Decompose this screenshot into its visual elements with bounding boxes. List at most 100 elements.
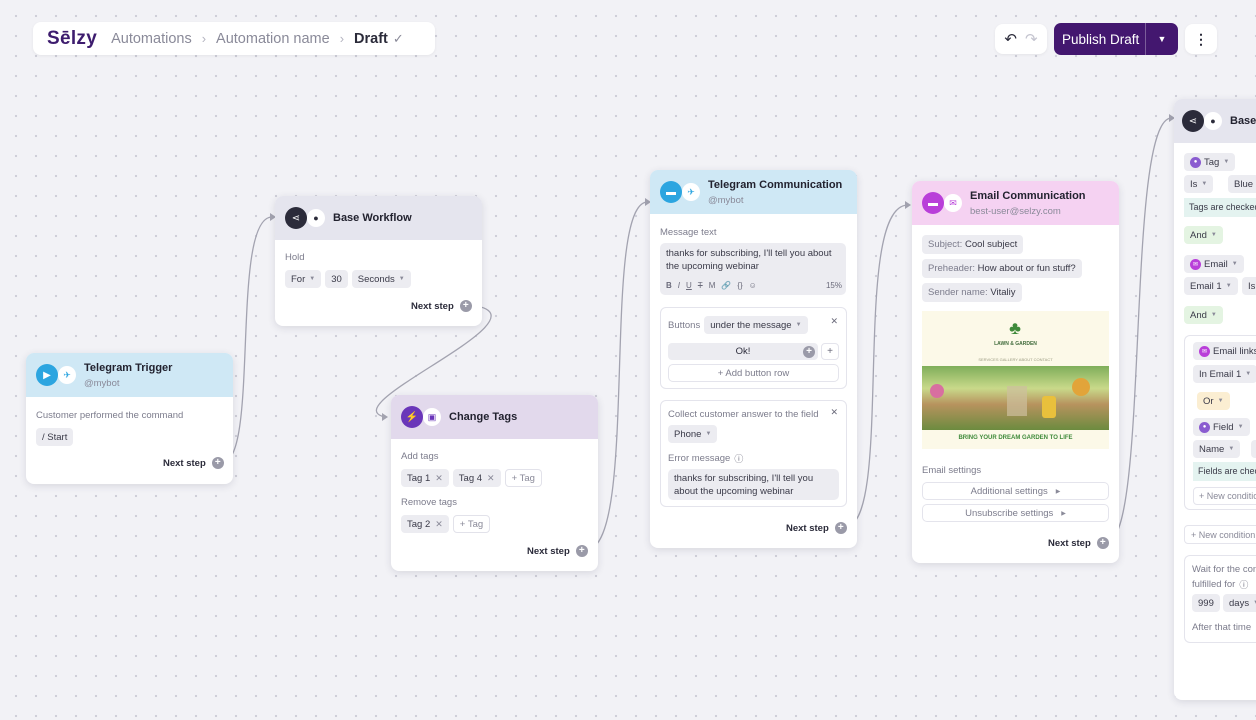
- hold-unit-select[interactable]: Seconds ▼: [351, 270, 411, 288]
- preheader-chip[interactable]: Preheader: How about or fun stuff?: [922, 259, 1082, 278]
- field-condition-select[interactable]: ● Field ▼: [1193, 418, 1250, 436]
- next-step-label: Next step: [786, 522, 829, 534]
- card-title: Base Workflow: [333, 212, 412, 224]
- add-column-button[interactable]: +: [821, 343, 839, 360]
- close-icon[interactable]: ✕: [830, 407, 838, 418]
- variable-icon[interactable]: {}: [737, 281, 742, 290]
- add-tag-input[interactable]: + Tag: [452, 515, 491, 533]
- publish-label: Publish Draft: [1062, 31, 1140, 47]
- field-name-select[interactable]: Name ▼: [1193, 440, 1241, 458]
- info-icon[interactable]: ⓘ: [1239, 578, 1248, 591]
- plus-icon[interactable]: +: [211, 457, 224, 469]
- undo-icon[interactable]: ↶: [1004, 30, 1017, 48]
- mail-icon: ✉: [1199, 345, 1210, 357]
- buttons-position-select[interactable]: under the message ▼: [704, 316, 808, 334]
- tag-chip[interactable]: Tag 4 ✕: [452, 469, 501, 487]
- command-chip[interactable]: / Start: [36, 428, 74, 446]
- sender-name-chip[interactable]: Sender name: Vitaliy: [922, 283, 1022, 302]
- telegram-trigger-card[interactable]: ▶ ✈ Telegram Trigger @mybot Customer per…: [26, 353, 233, 484]
- error-message-field[interactable]: thanks for subscribing, I'll tell you ab…: [668, 469, 839, 500]
- base-condition-card[interactable]: ⋖ ● Base ● Tag ▼ Is ▼ Blue Tags are checke…: [1174, 99, 1256, 700]
- unsubscribe-settings-button[interactable]: Unsubscribe settings ▶: [922, 504, 1109, 522]
- ok-button-field[interactable]: Ok! +: [668, 343, 818, 360]
- wait-panel: Wait for the condition fulfilled for ⓘ 9…: [1184, 555, 1256, 643]
- plus-icon[interactable]: +: [459, 300, 472, 312]
- add-tag-input[interactable]: + Tag: [504, 469, 542, 487]
- card-title: Email Communication: [970, 189, 1086, 202]
- card-subtitle: best-user@selzy.com: [970, 205, 1061, 217]
- monospace-icon[interactable]: M: [709, 281, 716, 290]
- mail-icon: ✉: [944, 194, 962, 212]
- emoji-icon[interactable]: ☺: [749, 281, 757, 290]
- operator-select[interactable]: Is: [1242, 277, 1256, 295]
- card-title: Telegram Trigger: [84, 361, 173, 374]
- strikethrough-icon[interactable]: T: [698, 281, 703, 290]
- value-chip[interactable]: Blue: [1228, 175, 1256, 193]
- hold-amount[interactable]: 30: [325, 270, 348, 288]
- more-options-icon[interactable]: ⋮: [1185, 24, 1217, 54]
- underline-icon[interactable]: U: [686, 281, 692, 290]
- breadcrumb-automation-name[interactable]: Automation name: [216, 31, 330, 47]
- email-links-select[interactable]: ✉ Email links: [1193, 342, 1256, 360]
- redo-icon[interactable]: ↷: [1025, 30, 1038, 48]
- plus-icon[interactable]: +: [803, 345, 815, 358]
- selzy-logo[interactable]: Sēlzy: [47, 28, 97, 50]
- chevron-down-icon[interactable]: ▼: [1145, 23, 1178, 55]
- card-title: Base: [1230, 115, 1256, 127]
- tag-chip[interactable]: Tag 1 ✕: [401, 469, 449, 487]
- settings-dot-icon: ●: [307, 209, 325, 227]
- close-icon[interactable]: ✕: [830, 316, 838, 327]
- or-select[interactable]: Or ▼: [1197, 392, 1230, 410]
- next-step-button[interactable]: Next step +: [786, 522, 847, 534]
- wait-unit-select[interactable]: days▼: [1223, 594, 1256, 612]
- card-title: Change Tags: [449, 411, 518, 423]
- chevron-right-icon: ›: [339, 31, 345, 46]
- operator-select[interactable]: Is ▼: [1184, 175, 1214, 193]
- and-select[interactable]: And ▼: [1184, 306, 1223, 324]
- email-preview[interactable]: ♣ LAWN & GARDEN SERVICES GALLERY ABOUT C…: [922, 311, 1109, 449]
- plus-icon[interactable]: +: [1096, 537, 1109, 549]
- wait-label: Wait for the condition: [1192, 564, 1256, 575]
- tag-chip[interactable]: Tag 2 ✕: [401, 515, 449, 533]
- info-icon[interactable]: ⓘ: [734, 452, 743, 465]
- plus-icon[interactable]: +: [575, 545, 588, 557]
- chevron-right-icon: ›: [201, 31, 207, 46]
- in-email-select[interactable]: In Email 1 ▼: [1193, 365, 1256, 383]
- next-step-label: Next step: [527, 545, 570, 557]
- field-operator-select[interactable]: E: [1251, 440, 1256, 458]
- add-button-row[interactable]: + Add button row: [668, 364, 839, 382]
- next-step-button[interactable]: Next step +: [411, 300, 472, 312]
- char-percent: 15%: [825, 281, 842, 290]
- bold-icon[interactable]: B: [666, 281, 672, 290]
- tag-condition-select[interactable]: ● Tag ▼: [1184, 153, 1236, 171]
- for-select[interactable]: For ▼: [285, 270, 322, 288]
- next-step-button[interactable]: Next step +: [1048, 537, 1109, 549]
- new-condition-button[interactable]: + New condition: [1184, 525, 1256, 544]
- link-icon[interactable]: 🔗: [721, 281, 731, 290]
- change-tags-card[interactable]: ⚡ ▣ Change Tags Add tags Tag 1 ✕ Tag 4 ✕ +…: [391, 395, 598, 571]
- trigger-label: Customer performed the command: [36, 410, 184, 421]
- wait-amount[interactable]: 999: [1192, 594, 1220, 612]
- telegram-communication-card[interactable]: ▬ ✈ Telegram Communication @mybot Messag…: [650, 170, 857, 548]
- email-condition-select[interactable]: ✉ Email ▼: [1184, 255, 1244, 273]
- card-subtitle: @mybot: [84, 377, 120, 389]
- new-condition-inner-button[interactable]: + New condition: [1193, 487, 1256, 505]
- field-select[interactable]: Phone ▼: [668, 425, 718, 443]
- breadcrumb-automations[interactable]: Automations: [111, 31, 192, 47]
- subject-chip[interactable]: Subject: Cool subject: [922, 235, 1024, 254]
- card-title: Telegram Communication: [708, 178, 843, 191]
- next-step-button[interactable]: Next step +: [163, 457, 224, 469]
- hold-label: Hold: [285, 252, 305, 263]
- additional-settings-button[interactable]: Additional settings ▶: [922, 482, 1109, 500]
- message-text-label: Message text: [660, 227, 717, 238]
- email-select[interactable]: Email 1 ▼: [1184, 277, 1238, 295]
- error-message-label: Error message: [668, 453, 731, 464]
- and-select[interactable]: And ▼: [1184, 226, 1223, 244]
- email-communication-card[interactable]: ▬ ✉ Email Communication best-user@selzy.…: [912, 181, 1119, 563]
- base-workflow-card[interactable]: ⋖ ● Base Workflow Hold For ▼ 30 Seconds ▼ …: [275, 196, 482, 326]
- italic-icon[interactable]: I: [678, 281, 680, 290]
- publish-button[interactable]: Publish Draft ▼: [1054, 23, 1178, 55]
- plus-icon[interactable]: +: [834, 522, 847, 534]
- next-step-button[interactable]: Next step +: [527, 545, 588, 557]
- collect-label: Collect customer answer to the field: [668, 409, 819, 420]
